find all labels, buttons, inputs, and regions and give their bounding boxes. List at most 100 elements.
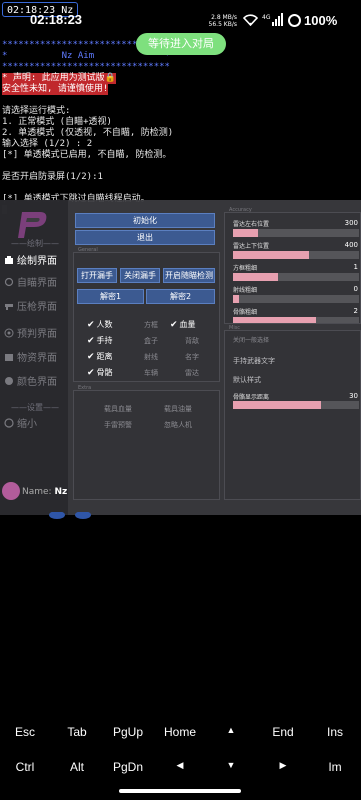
check-player-count[interactable]: ✔ 人数 <box>87 319 113 330</box>
check-box[interactable]: 方框 <box>144 320 158 330</box>
radar-y-slider[interactable] <box>233 251 359 259</box>
check-bone[interactable]: ✔ 骨骼 <box>87 367 113 378</box>
logo-icon <box>18 212 47 238</box>
decrypt2-button[interactable]: 解密2 <box>146 289 215 304</box>
sidebar-item-draw[interactable]: 绘制界面 <box>0 253 68 271</box>
slider-label: 雷达左右位置 <box>233 221 270 228</box>
check-crate[interactable]: 盒子 <box>144 336 158 346</box>
checkmark-icon: ✔ <box>87 352 95 362</box>
palette-icon <box>4 375 14 385</box>
check-label: 血量 <box>179 320 196 329</box>
check-weapon[interactable]: ✔ 手持 <box>87 335 113 346</box>
key-im[interactable]: Im <box>310 760 360 774</box>
misc-section: Misc 关闭一般选择 手持武器文字 默认样式 骨骼显示距离 30 <box>224 325 361 500</box>
term-line-3: ******************************* <box>2 62 170 72</box>
radar-x-slider[interactable] <box>233 229 359 237</box>
check-name[interactable]: 名字 <box>185 352 199 362</box>
term-line-13: 是否开启防录屏(1/2):1 <box>2 172 103 182</box>
key-right[interactable]: ▶ <box>258 760 308 771</box>
minimize-icon <box>4 417 14 428</box>
battery-icon <box>288 14 301 27</box>
ellipsis-icon <box>49 512 91 519</box>
key-alt[interactable]: Alt <box>52 760 102 774</box>
sidebar-item-label: 自瞄界面 <box>17 278 57 289</box>
name-value: Nz <box>54 487 68 497</box>
term-line-12 <box>2 161 360 172</box>
slider-fill <box>233 401 322 409</box>
open-leak-button[interactable]: 打开漏手 <box>77 268 117 283</box>
home-indicator[interactable] <box>119 789 241 793</box>
extra-vehicle-fuel[interactable]: 载具油量 <box>164 404 192 414</box>
extra-vehicle-hp[interactable]: 载具血量 <box>104 404 132 414</box>
term-line-9: 2. 单透模式 (仅透视, 不自瞄, 防检测) <box>2 128 174 138</box>
key-left[interactable]: ◀ <box>155 760 205 771</box>
check-label: 距离 <box>96 352 113 361</box>
slider-fill <box>233 273 279 281</box>
general-section: General 打开漏手 关闭漏手 开启随瞄检测 解密1 解密2 ✔ 人数 方框 … <box>73 247 220 382</box>
key-pgup[interactable]: PgUp <box>103 725 153 739</box>
bone-thickness-slider[interactable] <box>233 317 359 323</box>
net-speed-bottom: 56.5 KB/s <box>208 21 237 28</box>
checkmark-icon: ✔ <box>87 336 95 346</box>
box-thickness-slider[interactable] <box>233 273 359 281</box>
checkmark-icon: ✔ <box>87 368 95 378</box>
sidebar-item-minimize[interactable]: 缩小 <box>0 416 68 434</box>
key-down[interactable]: ▼ <box>206 760 256 770</box>
sidebar-item-predict[interactable]: 预判界面 <box>0 326 68 344</box>
key-esc[interactable]: Esc <box>0 725 50 739</box>
sidebar-item-recoil[interactable]: 压枪界面 <box>0 299 68 317</box>
sidebar-item-aim[interactable]: 自瞄界面 <box>0 275 68 293</box>
key-pgdn[interactable]: PgDn <box>103 760 153 774</box>
slider-label: 雷达上下位置 <box>233 243 270 250</box>
check-health[interactable]: ✔ 血量 <box>170 319 196 330</box>
clock: 02:18:23 <box>30 12 83 27</box>
misc-item-1[interactable]: 关闭一般选择 <box>233 335 269 344</box>
checkmark-icon: ✔ <box>170 320 178 330</box>
net-speed-top: 2.8 MB/s <box>211 14 237 21</box>
exit-button[interactable]: 退出 <box>75 230 215 245</box>
sidebar: ——绘制—— 绘制界面 自瞄界面 压枪界面 预判界面 物资界面 颜色界面 ——设… <box>0 200 68 515</box>
term-line-8: 1. 正常模式 (自瞄+透视) <box>2 117 112 127</box>
wifi-icon <box>243 14 258 26</box>
slider-value: 0 <box>353 285 358 293</box>
check-label: 骨骼 <box>96 368 113 377</box>
close-leak-button[interactable]: 关闭漏手 <box>120 268 160 283</box>
term-line-6 <box>2 95 360 106</box>
sidebar-item-color[interactable]: 颜色界面 <box>0 374 68 392</box>
sidebar-sep-settings: ——设置—— <box>11 403 59 412</box>
decrypt1-button[interactable]: 解密1 <box>77 289 144 304</box>
extra-keys-bar: Esc Tab PgUp Home ▲ End Ins Ctrl Alt PgD… <box>0 718 361 780</box>
slider-label: 骨骼粗细 <box>233 309 258 316</box>
init-button[interactable]: 初始化 <box>75 213 215 228</box>
ray-thickness-slider[interactable] <box>233 295 359 303</box>
accuracy-title: Accuracy <box>229 207 252 213</box>
extra-ignore-bots[interactable]: 忽略人机 <box>164 420 192 430</box>
term-line-10: 输入选择 (1/2) : 2 <box>2 139 93 149</box>
detect-button[interactable]: 开启随瞄检测 <box>163 268 215 283</box>
sidebar-item-items[interactable]: 物资界面 <box>0 350 68 368</box>
check-distance[interactable]: ✔ 距离 <box>87 351 113 362</box>
misc-weapon-text[interactable]: 手持武器文字 <box>233 356 275 366</box>
key-end[interactable]: End <box>258 725 308 739</box>
check-ray[interactable]: 射线 <box>144 352 158 362</box>
check-behind[interactable]: 背敌 <box>185 336 199 346</box>
term-line-5: 安全性未知, 请谨慎使用! <box>2 84 109 95</box>
name-label: Name: <box>22 487 52 497</box>
slider-value: 300 <box>344 219 358 227</box>
key-tab[interactable]: Tab <box>52 725 102 739</box>
slider-fill <box>233 317 317 323</box>
general-title: General <box>78 247 98 253</box>
check-radar[interactable]: 雷达 <box>185 368 199 378</box>
key-home[interactable]: Home <box>155 725 205 739</box>
slider-fill <box>233 229 259 237</box>
sidebar-item-label: 缩小 <box>17 419 37 430</box>
check-vehicle[interactable]: 车辆 <box>144 368 158 378</box>
bone-distance-slider[interactable] <box>233 401 359 409</box>
key-up[interactable]: ▲ <box>206 725 256 735</box>
misc-default-style[interactable]: 默认样式 <box>233 375 261 385</box>
sidebar-item-label: 物资界面 <box>17 353 57 364</box>
key-ctrl[interactable]: Ctrl <box>0 760 50 774</box>
key-ins[interactable]: Ins <box>310 725 360 739</box>
gun-icon <box>4 300 14 310</box>
extra-grenade-warn[interactable]: 手雷预警 <box>104 420 132 430</box>
